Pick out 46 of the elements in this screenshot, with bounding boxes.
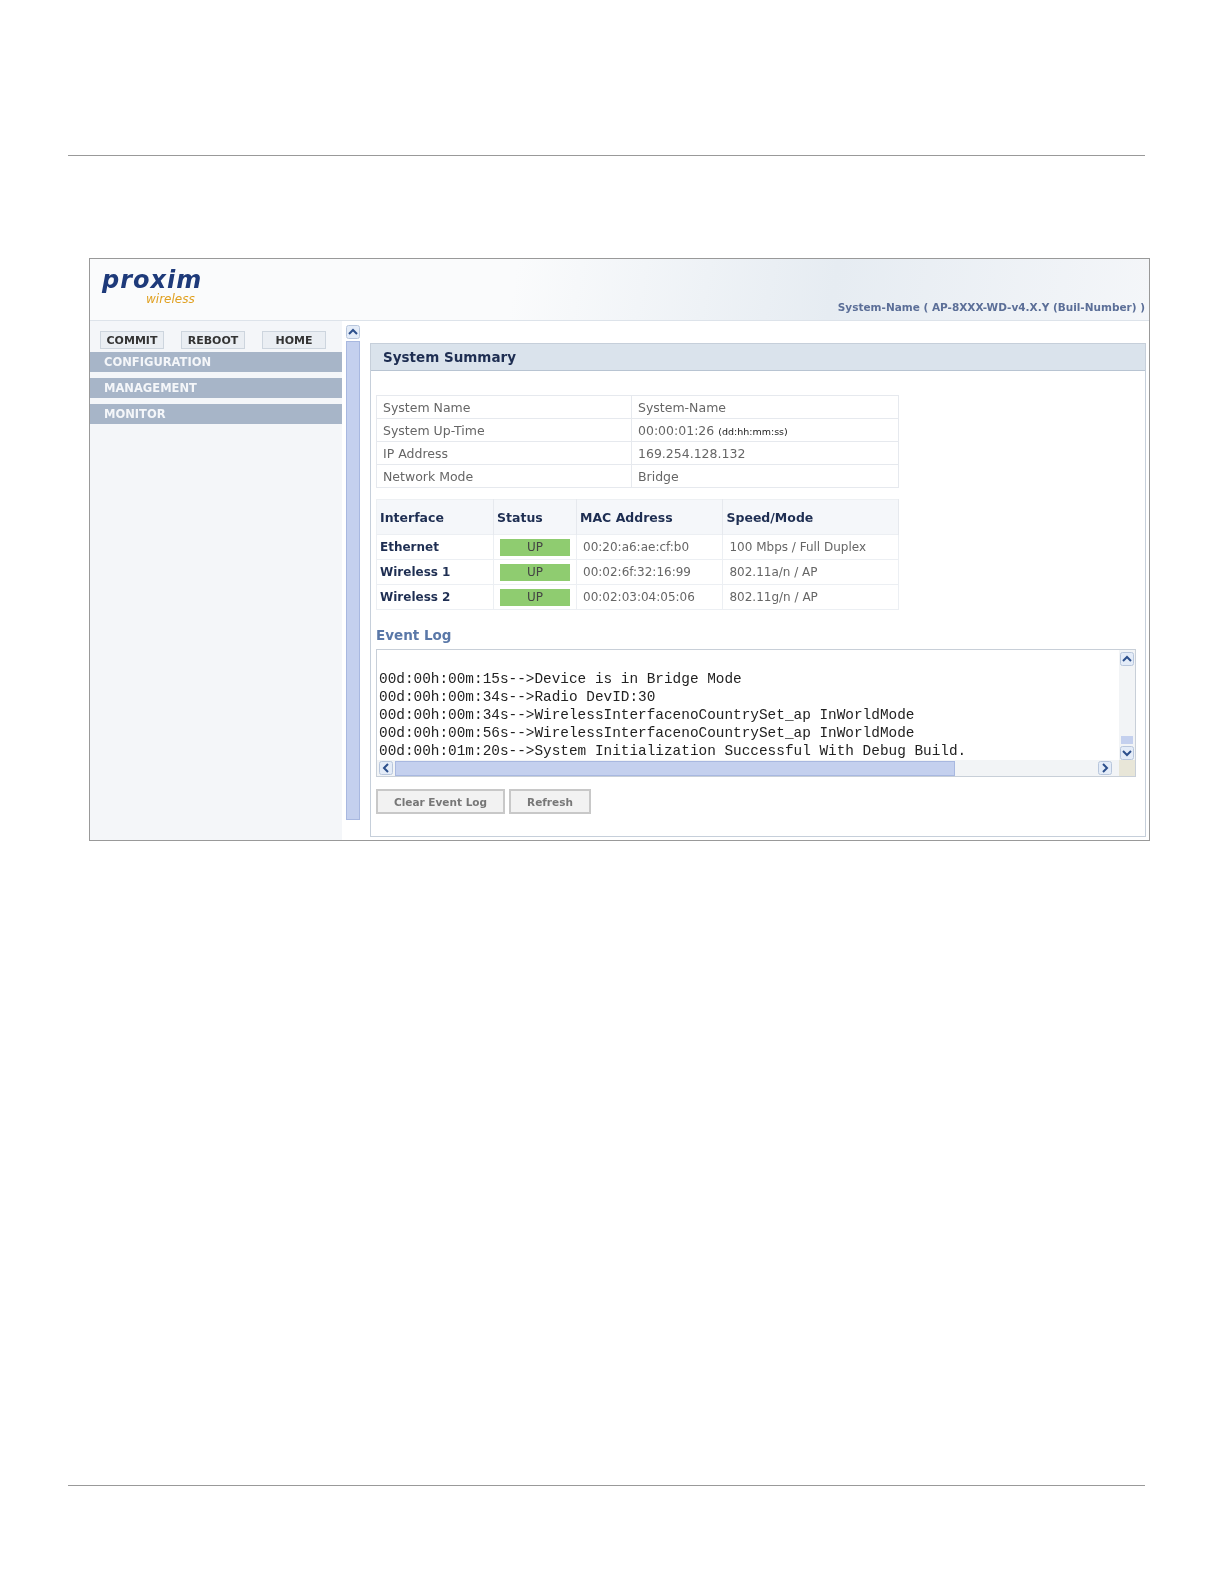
table-cell: System Up-Time	[376, 418, 632, 442]
log-line: 00d:00h:00m:15s-->Device is in Bridge Mode	[379, 670, 743, 688]
table-cell: 802.11a/n / AP	[722, 559, 899, 585]
table-cell: IP Address	[376, 441, 632, 465]
section-title: Event Log	[376, 627, 453, 643]
scroll-left-icon[interactable]	[379, 761, 393, 775]
logo: proxim	[102, 267, 203, 293]
button[interactable]: Clear Event Log	[376, 789, 506, 814]
scroll-thumb[interactable]	[395, 760, 955, 776]
scroll-corner	[1119, 760, 1135, 776]
scroll-up-icon[interactable]	[1120, 652, 1134, 666]
table-cell: Wireless 2	[376, 584, 494, 610]
table-cell: 100 Mbps / Full Duplex	[722, 534, 899, 560]
toolbar-button[interactable]: COMMIT	[100, 331, 164, 349]
table-cell: Bridge	[631, 464, 899, 488]
table-cell: Wireless 1	[376, 559, 494, 585]
scrollbar[interactable]	[377, 760, 1135, 776]
table-cell: System Name	[376, 395, 632, 419]
table-cell: 802.11g/n / AP	[722, 584, 899, 610]
status-badge: UP	[500, 588, 570, 606]
scroll-right-icon[interactable]	[1098, 761, 1112, 775]
table-cell: 00:00:01:26	[638, 422, 715, 438]
logo-tagline: wireless	[146, 293, 195, 306]
table-cell: Network Mode	[376, 464, 632, 488]
log-line: 00d:00h:00m:34s-->Radio DevID:30	[379, 688, 657, 706]
scroll-down-icon[interactable]	[1120, 746, 1134, 760]
button[interactable]: Refresh	[509, 789, 591, 814]
unit-label: (dd:hh:mm:ss)	[718, 425, 788, 437]
table-cell: 169.254.128.132	[631, 441, 899, 465]
toolbar-button[interactable]: HOME	[262, 331, 326, 349]
system-info: System-Name ( AP-8XXX-WD-v4.X.Y (Buil-Number) )	[837, 301, 1145, 313]
status-badge: UP	[500, 538, 570, 556]
log-line: 00d:00h:00m:34s-->WirelessInterfacenoCountrySet_ap InWorldMode	[379, 706, 916, 724]
log-line: 00d:00h:01m:20s-->System Initialization Successful With Debug Build.	[379, 742, 968, 760]
table-cell: 00:20:a6:ae:cf:b0	[576, 534, 723, 560]
table-cell: 00:02:6f:32:16:99	[576, 559, 723, 585]
table-cell: 00:02:03:04:05:06	[576, 584, 723, 610]
table-cell: Ethernet	[376, 534, 494, 560]
panel-title: System Summary	[371, 344, 1145, 371]
table-cell: System-Name	[631, 395, 899, 419]
toolbar-button[interactable]: REBOOT	[181, 331, 245, 349]
status-badge: UP	[500, 563, 570, 581]
log-line: 00d:00h:00m:56s-->WirelessInterfacenoCountrySet_ap InWorldMode	[379, 724, 916, 742]
scroll-thumb[interactable]	[1121, 736, 1133, 744]
scrollbar[interactable]	[1119, 650, 1135, 760]
scroll-up-icon[interactable]	[346, 325, 360, 339]
